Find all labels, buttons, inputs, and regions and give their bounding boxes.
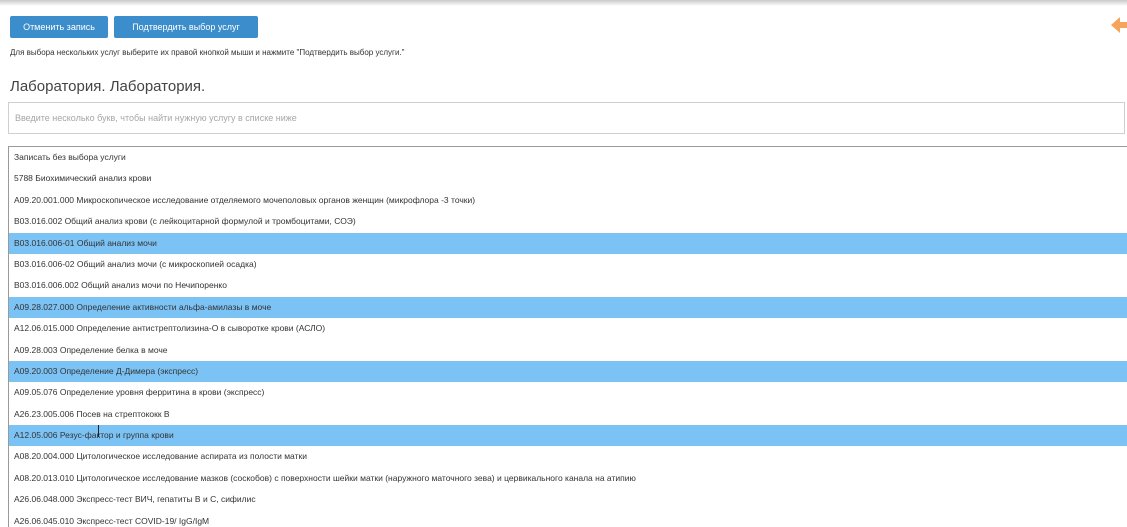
service-list-item[interactable]: A09.20.001.000 Микроскопическое исследов… [9,190,1127,211]
text-cursor [98,425,99,437]
service-list-item[interactable]: B03.016.002 Общий анализ крови (с лейкоц… [9,211,1127,232]
service-list-item[interactable]: A09.28.003 Определение белка в моче [9,340,1127,361]
service-list-item[interactable]: A12.05.006 Резус-фактор и группа крови [9,425,1127,447]
arrow-left-icon[interactable] [1109,14,1127,36]
service-list-item[interactable]: A26.06.045.010 Экспресс-тест COVID-19/ I… [9,511,1127,527]
service-list-item[interactable]: Записать без выбора услуги [9,147,1127,168]
service-list-item[interactable]: A09.28.027.000 Определение активности ал… [9,296,1127,319]
service-list-item[interactable]: A08.20.004.000 Цитологическое исследован… [9,446,1127,467]
service-list-item[interactable]: B03.016.006-01 Общий анализ мочи [9,232,1127,254]
toolbar: Отменить запись Подтвердить выбор услуг [10,16,258,38]
service-list-item[interactable]: A26.06.048.000 Экспресс-тест ВИЧ, гепати… [9,489,1127,510]
service-list-item[interactable]: 5788 Биохимический анализ крови [9,168,1127,189]
service-list[interactable]: Записать без выбора услуги 5788 Биохимиче… [8,146,1127,527]
confirm-services-button[interactable]: Подтвердить выбор услуг [114,16,258,38]
service-list-item[interactable]: A09.05.076 Определение уровня ферритина … [9,382,1127,403]
multi-select-hint: Для выбора нескольких услуг выберите их … [10,48,405,57]
cancel-booking-button[interactable]: Отменить запись [10,16,108,38]
service-list-item[interactable]: A12.06.015.000 Определение антистрептоли… [9,318,1127,339]
service-list-item[interactable]: A26.23.005.006 Посев на стрептококк В [9,404,1127,425]
service-list-item[interactable]: A09.20.003 Определение Д-Димера (экспрес… [9,360,1127,383]
service-list-item[interactable]: B03.016.006-02 Общий анализ мочи (с микр… [9,254,1127,275]
service-list-item[interactable]: A08.20.013.010 Цитологическое исследован… [9,468,1127,489]
arrow-left-icon-graphic [1111,17,1127,33]
window-top-shadow [0,0,1127,6]
section-title: Лаборатория. Лаборатория. [10,78,206,95]
service-list-item[interactable]: B03.016.006.002 Общий анализ мочи по Неч… [9,275,1127,296]
service-search-input[interactable] [8,102,1125,134]
